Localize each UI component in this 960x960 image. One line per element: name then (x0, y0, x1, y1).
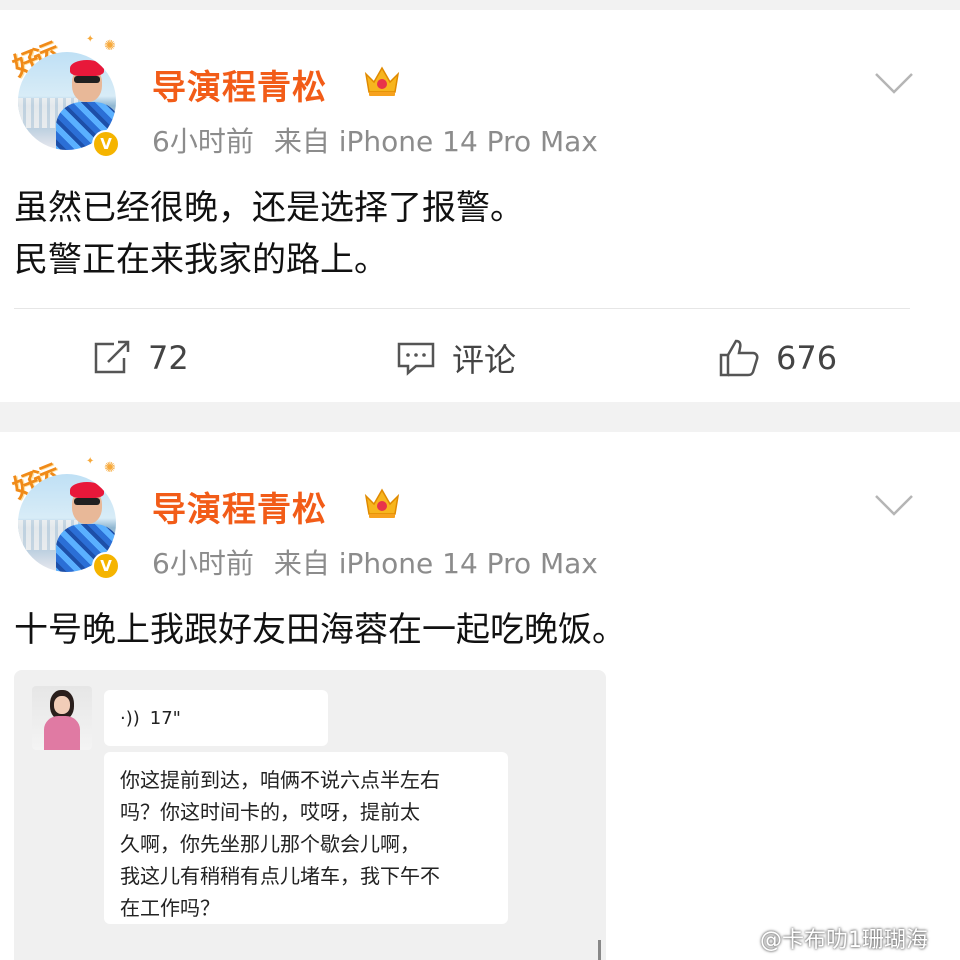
post-source: 来自 iPhone 14 Pro Max (273, 125, 598, 158)
like-icon (719, 339, 759, 377)
chat-text-bubble: 你这提前到达，咱俩不说六点半左右 吗？你这时间卡的，哎呀，提前太 久啊，你先坐那… (104, 752, 508, 924)
chevron-down-icon[interactable] (872, 70, 916, 96)
sparkle-icon: ✦ (86, 456, 95, 467)
repost-button[interactable]: 72 (92, 330, 189, 386)
chat-line: 你这提前到达，咱俩不说六点半左右 (120, 768, 440, 792)
post-line: 民警正在来我家的路上。 (14, 240, 388, 280)
verified-icon: V (92, 130, 120, 158)
post-text: 虽然已经很晚，还是选择了报警。 民警正在来我家的路上。 (14, 182, 524, 286)
like-button[interactable]: 676 (718, 330, 837, 386)
chat-line: 吗？你这时间卡的，哎呀，提前太 (120, 800, 420, 824)
like-count: 676 (776, 339, 838, 377)
voice-wave-icon: ·)) (120, 707, 140, 729)
avatar[interactable]: 好运 ✺ ✦ V (9, 456, 124, 580)
post-time: 6小时前 (152, 547, 254, 580)
comment-button[interactable]: 评论 (396, 330, 516, 386)
chat-line: 在工作吗？ (120, 896, 220, 920)
sparkle-icon: ✦ (86, 34, 95, 45)
weibo-logo-icon (725, 929, 753, 949)
repost-count: 72 (148, 339, 189, 377)
post-text: 十号晚上我跟好友田海蓉在一起吃晚饭。 (14, 604, 626, 656)
chat-screenshot-image[interactable]: ·)) 17" 你这提前到达，咱俩不说六点半左右 吗？你这时间卡的，哎呀，提前太… (14, 670, 606, 960)
post-meta: 6小时前 来自 iPhone 14 Pro Max (152, 120, 598, 160)
post-time: 6小时前 (152, 125, 254, 158)
comment-label: 评论 (452, 341, 517, 379)
post-line: 虽然已经很晚，还是选择了报警。 (14, 188, 524, 228)
divider (14, 308, 910, 309)
chevron-down-icon[interactable] (872, 492, 916, 518)
chat-line: 我这儿有稍稍有点儿堵车，我下午不 (120, 864, 440, 888)
username[interactable]: 导演程青松 (152, 482, 327, 531)
post-meta: 6小时前 来自 iPhone 14 Pro Max (152, 542, 598, 582)
chat-avatar (32, 686, 92, 750)
watermark-text: @卡布叻1珊瑚海 (760, 928, 928, 953)
sparkle-icon: ✺ (104, 460, 116, 476)
watermark: @卡布叻1珊瑚海 (724, 922, 928, 954)
repost-icon (94, 340, 130, 374)
username[interactable]: 导演程青松 (152, 60, 327, 109)
voice-message-bubble: ·)) 17" (104, 690, 328, 746)
voice-duration: 17" (149, 707, 181, 729)
scroll-indicator (598, 940, 601, 960)
crown-icon[interactable] (362, 482, 402, 522)
comment-icon (397, 342, 435, 376)
avatar[interactable]: 好运 ✺ ✦ V (9, 34, 124, 158)
sparkle-icon: ✺ (104, 38, 116, 54)
post-source: 来自 iPhone 14 Pro Max (273, 547, 598, 580)
crown-icon[interactable] (362, 60, 402, 100)
chat-line: 久啊，你先坐那儿那个歇会儿啊， (120, 832, 420, 856)
verified-icon: V (92, 552, 120, 580)
weibo-post-2: 好运 ✺ ✦ V 导演程青松 6小时前 来自 iPhone 14 Pro Max … (0, 432, 960, 960)
weibo-post-1: 好运 ✺ ✦ V 导演程青松 6小时前 来自 iPhone 14 Pro Max … (0, 10, 960, 402)
post-line: 十号晚上我跟好友田海蓉在一起吃晚饭。 (14, 610, 626, 650)
